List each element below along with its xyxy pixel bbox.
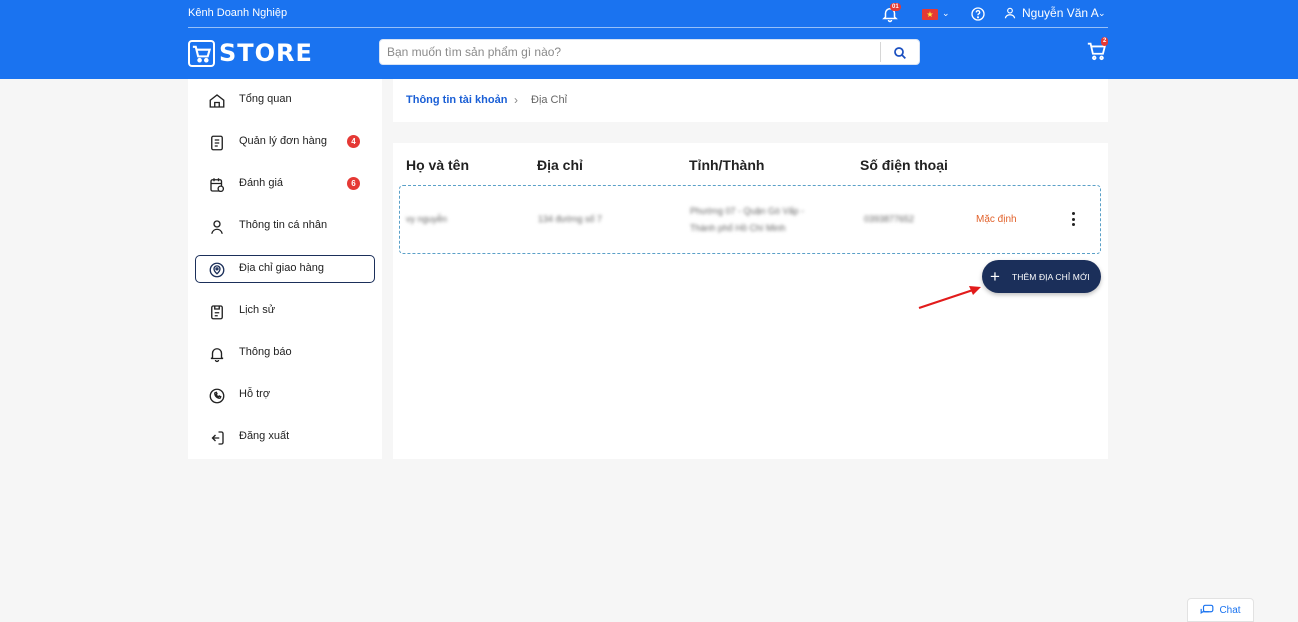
- business-channel-link[interactable]: Kênh Doanh Nghiệp: [188, 7, 287, 19]
- user-icon: [211, 220, 223, 234]
- chat-button[interactable]: Chat: [1187, 598, 1254, 622]
- receipt-icon: [211, 135, 223, 151]
- sidebar-item-label: Đánh giá: [239, 177, 284, 189]
- notification-badge: 01: [890, 3, 901, 11]
- column-header-province: Tỉnh/Thành: [689, 157, 765, 173]
- address-name-cell: vy nguyễn: [406, 214, 448, 224]
- search-bar: [379, 39, 920, 65]
- chat-label: Chat: [1219, 604, 1241, 616]
- sidebar-item-overview[interactable]: Tổng quan: [195, 86, 375, 114]
- sidebar-item-label: Quản lý đơn hàng: [239, 135, 327, 147]
- sidebar-item-support[interactable]: Hỗ trợ: [195, 381, 375, 409]
- sidebar-item-label: Thông báo: [239, 346, 292, 358]
- column-header-name: Họ và tên: [406, 157, 470, 173]
- history-icon: [211, 305, 223, 320]
- sidebar-item-orders[interactable]: Quản lý đơn hàng 4: [195, 128, 375, 156]
- chat-bubble-icon: [1201, 604, 1214, 615]
- address-row[interactable]: vy nguyễn 134 đường số 7 Phường 07 - Quậ…: [399, 185, 1101, 254]
- search-icon[interactable]: [892, 45, 908, 61]
- support-phone-icon: [209, 388, 225, 404]
- cart-badge: 2: [1101, 37, 1109, 46]
- search-input[interactable]: [380, 40, 880, 64]
- account-sidebar: Tổng quan Quản lý đơn hàng 4 Đánh giá 6 …: [188, 79, 382, 459]
- sidebar-item-label: Đăng xuất: [239, 430, 290, 442]
- more-options-icon[interactable]: [1066, 210, 1080, 228]
- address-list-card: Họ và tên Địa chỉ Tỉnh/Thành Số điện tho…: [393, 143, 1108, 459]
- site-header: Kênh Doanh Nghiệp 01 ★ ⌄ Nguyễn Văn A ⌄ …: [0, 0, 1298, 79]
- home-icon: [209, 94, 225, 108]
- sidebar-item-label: Thông tin cá nhân: [239, 219, 328, 231]
- help-icon[interactable]: [970, 6, 986, 22]
- breadcrumb-account-info-link[interactable]: Thông tin tài khoản: [406, 94, 507, 106]
- add-new-address-button[interactable]: + THÊM ĐỊA CHỈ MỚI: [982, 260, 1101, 293]
- sidebar-item-history[interactable]: Lịch sử: [195, 297, 375, 325]
- sidebar-item-label: Địa chỉ giao hàng: [239, 262, 325, 274]
- calendar-review-icon: [210, 178, 225, 193]
- search-divider: [880, 42, 881, 62]
- sidebar-item-reviews[interactable]: Đánh giá 6: [195, 170, 375, 198]
- address-province-line2: Thành phố Hồ Chí Minh: [690, 223, 786, 233]
- column-header-address: Địa chỉ: [537, 157, 583, 173]
- bell-icon: [210, 348, 224, 363]
- annotation-arrow-icon: [918, 286, 981, 310]
- sidebar-item-profile[interactable]: Thông tin cá nhân: [195, 212, 375, 240]
- chevron-down-icon[interactable]: ⌄: [1098, 8, 1106, 19]
- add-new-address-label: THÊM ĐỊA CHỈ MỚI: [1012, 271, 1090, 282]
- address-phone-cell: 0393877652: [864, 214, 915, 224]
- column-header-phone: Số điện thoại: [860, 157, 948, 173]
- vietnam-flag-icon[interactable]: ★: [922, 9, 938, 20]
- chevron-down-icon[interactable]: ⌄: [942, 8, 950, 19]
- sidebar-item-logout[interactable]: Đăng xuất: [195, 423, 375, 451]
- top-bar: Kênh Doanh Nghiệp 01 ★ ⌄ Nguyễn Văn A ⌄: [188, 0, 1108, 28]
- chevron-right-icon: ›: [514, 93, 518, 107]
- location-pin-icon: [209, 262, 225, 278]
- sidebar-item-notifications[interactable]: Thông báo: [195, 339, 375, 367]
- sidebar-item-label: Hỗ trợ: [239, 388, 271, 400]
- logout-icon: [211, 431, 224, 445]
- plus-icon: +: [990, 266, 1000, 286]
- store-logo[interactable]: STORE: [188, 38, 313, 68]
- sidebar-item-label: Lịch sử: [239, 304, 276, 316]
- default-address-badge: Mặc định: [976, 214, 1017, 225]
- user-name[interactable]: Nguyễn Văn A: [1022, 6, 1099, 20]
- user-icon[interactable]: [1003, 6, 1017, 20]
- address-street-cell: 134 đường số 7: [538, 214, 602, 224]
- reviews-count-badge: 6: [347, 177, 360, 190]
- sidebar-item-shipping-address[interactable]: Địa chỉ giao hàng: [195, 255, 375, 283]
- sidebar-item-label: Tổng quan: [239, 93, 292, 105]
- address-province-line1: Phường 07 - Quận Gò Vấp -: [690, 206, 804, 216]
- breadcrumb-current: Địa Chỉ: [531, 94, 568, 106]
- breadcrumb: Thông tin tài khoản › Địa Chỉ: [393, 79, 1108, 122]
- logo-text: STORE: [219, 39, 313, 67]
- cart-logo-icon: [188, 39, 215, 67]
- orders-count-badge: 4: [347, 135, 360, 148]
